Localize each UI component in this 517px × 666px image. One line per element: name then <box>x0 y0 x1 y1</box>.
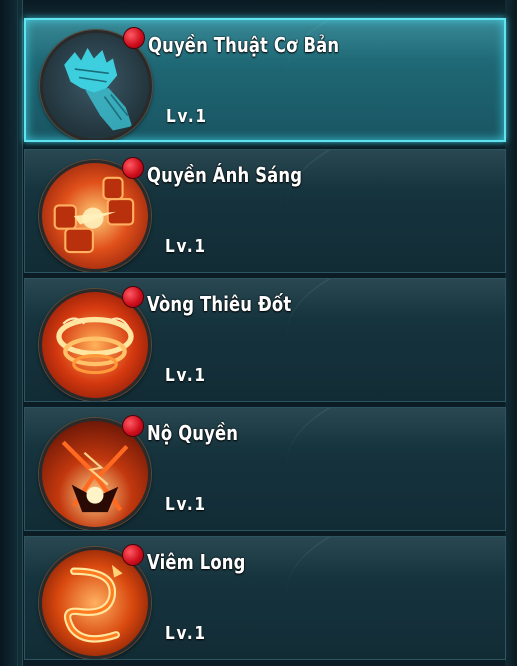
skill-level: Lv.1 <box>165 494 207 515</box>
skill-level: Lv.1 <box>165 365 207 386</box>
panel-left-frame <box>0 0 23 666</box>
skill-level: Lv.1 <box>166 106 208 127</box>
notification-dot <box>122 544 144 566</box>
skill-name: Viêm Long <box>147 550 246 574</box>
skill-name: Vòng Thiêu Đốt <box>147 292 292 316</box>
notification-dot <box>122 157 144 179</box>
skill-level: Lv.1 <box>165 623 207 644</box>
skill-name: Quyền Thuật Cơ Bản <box>148 33 340 57</box>
skill-level: Lv.1 <box>165 236 207 257</box>
skill-item-quyen-thuat-co-ban[interactable]: Quyền Thuật Cơ Bản Lv.1 <box>24 18 506 142</box>
skill-name: Quyền Ánh Sáng <box>147 163 303 187</box>
notification-dot <box>122 415 144 437</box>
skill-item-quyen-anh-sang[interactable]: Quyền Ánh Sáng Lv.1 <box>24 149 506 273</box>
skill-item-viem-long[interactable]: Viêm Long Lv.1 <box>24 536 506 660</box>
skill-name: Nộ Quyền <box>147 421 239 445</box>
skill-item-vong-thieu-dot[interactable]: Vòng Thiêu Đốt Lv.1 <box>24 278 506 402</box>
notification-dot <box>123 27 145 49</box>
panel-right-frame <box>505 0 517 666</box>
skill-list: Quyền Thuật Cơ Bản Lv.1 Quyền Ánh Sáng L… <box>24 18 506 666</box>
panel-top-frame <box>0 0 517 16</box>
skill-item-no-quyen[interactable]: Nộ Quyền Lv.1 <box>24 407 506 531</box>
notification-dot <box>122 286 144 308</box>
